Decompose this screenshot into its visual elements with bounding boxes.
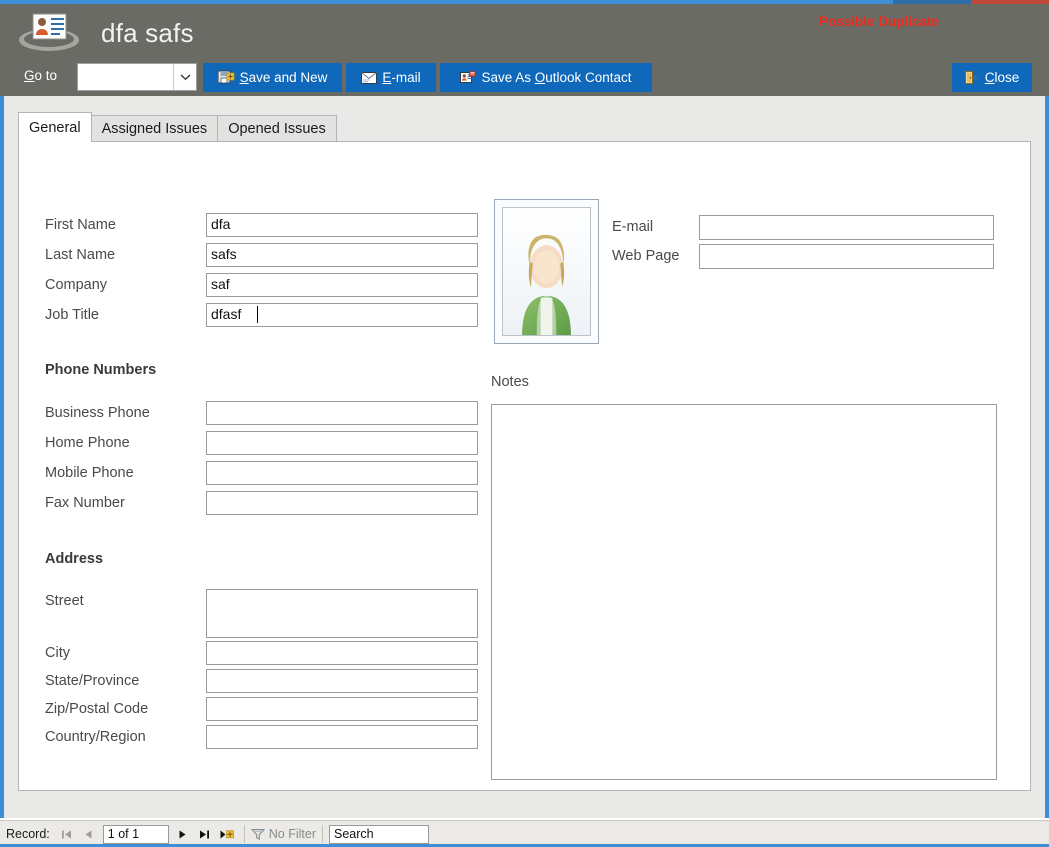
goto-combobox[interactable] bbox=[77, 63, 197, 91]
label-street: Street bbox=[45, 593, 84, 609]
last-record-button[interactable] bbox=[194, 824, 216, 844]
input-job-title[interactable]: dfasf bbox=[206, 303, 478, 327]
outlook-label-pre: Save As bbox=[481, 70, 535, 85]
goto-accel: G bbox=[24, 68, 35, 83]
section-phone-numbers: Phone Numbers bbox=[45, 362, 157, 378]
label-business-phone: Business Phone bbox=[45, 405, 150, 421]
section-address: Address bbox=[45, 551, 104, 567]
record-label: Record: bbox=[6, 827, 50, 841]
input-zip-postal-code[interactable] bbox=[206, 697, 478, 721]
label-city: City bbox=[45, 645, 70, 661]
access-contact-details-form: dfa safs Possible Duplicate Go to Save a… bbox=[0, 0, 1049, 847]
input-email[interactable] bbox=[699, 215, 994, 240]
tab-general[interactable]: General bbox=[18, 112, 92, 142]
chevron-down-icon[interactable] bbox=[173, 64, 196, 90]
save-new-icon bbox=[217, 70, 235, 85]
next-record-button[interactable] bbox=[172, 824, 194, 844]
contact-photo-placeholder-image bbox=[502, 207, 591, 336]
label-country-region: Country/Region bbox=[45, 729, 146, 745]
filter-indicator[interactable]: No Filter bbox=[250, 827, 317, 841]
contact-card-icon bbox=[17, 10, 81, 56]
goto-combobox-value[interactable] bbox=[78, 64, 173, 90]
tab-assigned-issues[interactable]: Assigned Issues bbox=[90, 115, 219, 142]
outlook-rest: utlook Contact bbox=[545, 70, 632, 85]
text-cursor bbox=[257, 306, 258, 323]
input-notes[interactable] bbox=[491, 404, 997, 780]
new-record-button[interactable] bbox=[216, 824, 238, 844]
search-input[interactable]: Search bbox=[329, 824, 430, 844]
input-home-phone[interactable] bbox=[206, 431, 478, 455]
outlook-accel: O bbox=[534, 70, 546, 85]
tab-opened-issues[interactable]: Opened Issues bbox=[217, 115, 337, 142]
form-header: dfa safs Possible Duplicate Go to Save a… bbox=[0, 4, 1049, 96]
label-notes: Notes bbox=[491, 374, 529, 390]
statusbar-divider bbox=[243, 825, 245, 843]
email-button[interactable]: E-mail bbox=[346, 63, 436, 92]
input-country-region[interactable] bbox=[206, 725, 478, 749]
record-position-input[interactable]: 1 of 1 bbox=[102, 824, 169, 844]
label-home-phone: Home Phone bbox=[45, 435, 130, 451]
input-mobile-phone[interactable] bbox=[206, 461, 478, 485]
outlook-contact-icon bbox=[460, 71, 477, 84]
duplicate-warning-label: Possible Duplicate bbox=[818, 14, 939, 29]
form-body: General Assigned Issues Opened Issues Fi… bbox=[0, 96, 1049, 818]
input-street[interactable] bbox=[206, 589, 478, 638]
input-state-province[interactable] bbox=[206, 669, 478, 693]
label-zip-postal-code: Zip/Postal Code bbox=[45, 701, 149, 717]
tab-panel-general: First Name Last Name Company Job Title d… bbox=[18, 141, 1031, 791]
save-as-outlook-contact-label: Save As Outlook Contact bbox=[481, 70, 631, 85]
filter-funnel-icon bbox=[250, 828, 265, 840]
label-company: Company bbox=[45, 277, 108, 293]
page-title: dfa safs bbox=[101, 18, 194, 48]
label-last-name: Last Name bbox=[45, 247, 116, 263]
input-first-name[interactable]: dfa bbox=[206, 213, 478, 237]
label-fax-number: Fax Number bbox=[45, 495, 125, 511]
label-first-name: First Name bbox=[45, 217, 116, 233]
label-email: E-mail bbox=[612, 219, 654, 235]
statusbar-divider-2 bbox=[322, 825, 324, 843]
close-rest: lose bbox=[994, 70, 1020, 85]
save-and-new-button[interactable]: Save and New bbox=[203, 63, 342, 92]
email-icon bbox=[361, 71, 378, 84]
tab-strip: General Assigned Issues Opened Issues bbox=[18, 112, 337, 142]
contact-photo[interactable] bbox=[494, 199, 599, 344]
close-label: Close bbox=[985, 70, 1020, 85]
save-and-new-accel: S bbox=[239, 70, 249, 85]
label-job-title: Job Title bbox=[45, 307, 99, 323]
save-and-new-rest: ave and New bbox=[248, 70, 328, 85]
label-web-page: Web Page bbox=[612, 248, 680, 264]
goto-label-rest: o to bbox=[34, 68, 58, 83]
input-company[interactable]: saf bbox=[206, 273, 478, 297]
input-last-name[interactable]: safs bbox=[206, 243, 478, 267]
first-record-button[interactable] bbox=[56, 824, 78, 844]
email-rest: -mail bbox=[391, 70, 421, 85]
email-label: E-mail bbox=[382, 70, 420, 85]
close-door-icon bbox=[964, 71, 980, 84]
save-as-outlook-contact-button[interactable]: Save As Outlook Contact bbox=[440, 63, 652, 92]
input-web-page[interactable] bbox=[699, 244, 994, 269]
previous-record-button[interactable] bbox=[78, 824, 100, 844]
save-and-new-label: Save and New bbox=[240, 70, 328, 85]
input-fax-number[interactable] bbox=[206, 491, 478, 515]
label-state-province: State/Province bbox=[45, 673, 140, 689]
record-navigation-bar: Record: 1 of 1 No Filter Search bbox=[0, 820, 1049, 847]
input-city[interactable] bbox=[206, 641, 478, 665]
input-business-phone[interactable] bbox=[206, 401, 478, 425]
label-mobile-phone: Mobile Phone bbox=[45, 465, 134, 481]
close-button[interactable]: Close bbox=[952, 63, 1032, 92]
goto-label: Go to bbox=[24, 68, 57, 83]
filter-label: No Filter bbox=[268, 827, 317, 841]
